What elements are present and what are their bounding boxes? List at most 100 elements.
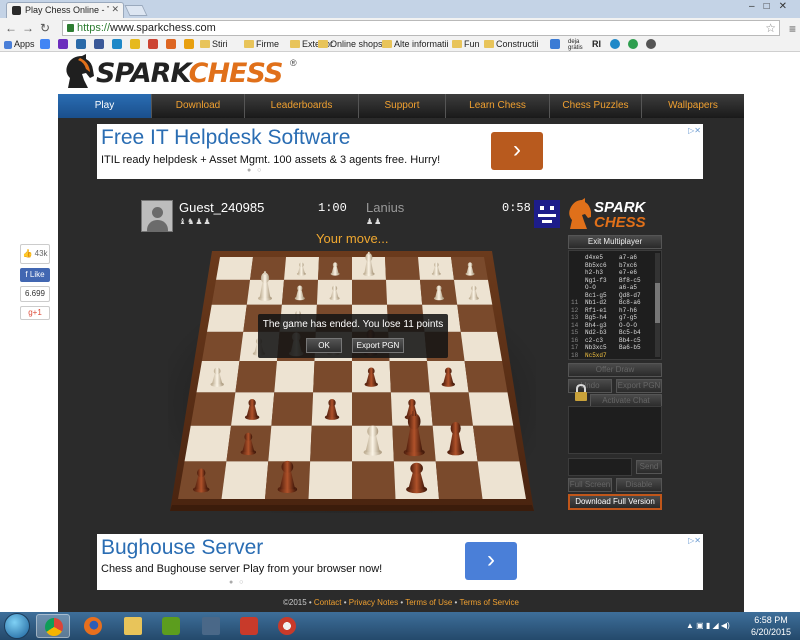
disable-button[interactable]: Disable [616,478,662,492]
nav-wallpapers[interactable]: Wallpapers [642,94,744,118]
full-screen-button[interactable]: Full Screen [568,478,612,492]
board-square[interactable] [221,461,269,499]
bookmark-icon-circle3[interactable] [646,39,656,49]
board-square[interactable] [352,392,393,426]
chess-board[interactable] [168,243,536,513]
nav-download[interactable]: Download [152,94,245,118]
board-square[interactable] [429,392,473,426]
board-square[interactable] [477,461,526,499]
ad-title[interactable]: Free IT Helpdesk Software [101,126,350,150]
bookmark-icon-facebook[interactable] [94,39,104,49]
browser-tab[interactable]: Play Chess Online - The P ✕ [6,2,124,18]
board-square[interactable] [274,361,315,393]
taskbar-nvidia[interactable] [154,614,188,638]
footer-link-privacy[interactable]: Privacy Notes [349,598,398,607]
window-controls[interactable]: –□✕ [749,1,796,12]
footer-link-contact[interactable]: Contact [314,598,342,607]
footer-link-terms-of-service[interactable]: Terms of Service [459,598,519,607]
ad-choices-icon[interactable]: ▷✕ [688,536,701,545]
chat-input[interactable] [568,458,632,476]
board-square[interactable] [435,461,483,499]
board-square[interactable] [472,425,520,462]
board-square[interactable] [352,461,396,499]
ad-pager-dots[interactable]: ● ○ [247,167,263,174]
bookmark-alte-informatii[interactable]: Alte informatii [382,39,449,49]
ad-title[interactable]: Bughouse Server [101,536,263,560]
forward-arrow-icon[interactable]: → [22,21,34,35]
exit-multiplayer-button[interactable]: Exit Multiplayer [568,235,662,249]
bookmark-firme[interactable]: Firme [244,39,279,49]
board-square[interactable] [235,361,277,393]
bookmark-icon-e[interactable] [550,39,560,49]
board-square[interactable] [207,304,247,332]
board-square[interactable] [308,461,353,499]
taskbar-explorer[interactable] [116,614,150,638]
bookmark-apps[interactable]: Apps [4,39,35,49]
move-list-scrollbar[interactable] [655,253,660,357]
ad-pager-dots[interactable]: ● ○ [229,579,245,586]
address-bar[interactable]: https://www.sparkchess.com ☆ [62,20,780,36]
taskbar-firefox[interactable] [76,614,110,638]
taskbar-120x-app[interactable] [232,614,266,638]
bookmark-icon-star[interactable] [166,39,176,49]
bookmark-deja-gratis[interactable]: deja gratis [568,39,583,51]
tray-icons[interactable]: ▲ ▣ ▮ ◢ ◀) [686,621,730,630]
board-square[interactable] [268,425,312,462]
board-square[interactable] [457,304,497,332]
bookmark-icon-circle1[interactable] [610,39,620,49]
google-plus-button[interactable]: g+1 [20,306,50,320]
offer-draw-button[interactable]: Offer Draw [568,363,662,377]
new-tab-button[interactable] [124,5,148,16]
bookmark-icon-circle2[interactable] [628,39,638,49]
board-square[interactable] [201,331,244,362]
back-arrow-icon[interactable]: ← [5,21,17,35]
top-advertisement[interactable]: Free IT Helpdesk Software ITIL ready hel… [97,124,703,179]
footer-link-terms-of-use[interactable]: Terms of Use [405,598,452,607]
taskbar-clock[interactable]: 6:58 PM 6/20/2015 [744,614,798,638]
board-square[interactable] [464,361,508,393]
download-full-version-button[interactable]: Download Full Version [568,494,662,510]
taskbar-m-app[interactable] [194,614,228,638]
ad-choices-icon[interactable]: ▷✕ [688,126,701,135]
send-button[interactable]: Send [636,460,662,474]
nav-chess-puzzles[interactable]: Chess Puzzles [550,94,642,118]
bottom-advertisement[interactable]: Bughouse Server Chess and Bughouse serve… [97,534,703,590]
board-square[interactable] [184,425,232,462]
bookmark-icon-yahoo[interactable] [58,39,68,49]
board-square[interactable] [190,392,236,426]
board-square[interactable] [468,392,514,426]
chrome-menu-icon[interactable]: ≡ [789,22,796,36]
bookmark-star-icon[interactable]: ☆ [765,21,776,35]
facebook-like-button[interactable]: f Like [20,268,50,282]
nav-leaderboards[interactable]: Leaderboards [245,94,359,118]
move-list[interactable]: d4xe5 a7-a6 Bb5xc6 b7xc6 h2-h3 e7-e6 Ng1-f3 Bf8… [568,250,662,360]
bookmark-stiri[interactable]: Stiri [200,39,228,49]
url-text[interactable]: https://www.sparkchess.com [77,22,216,34]
board-square[interactable] [313,361,352,393]
board-square[interactable] [216,257,253,280]
bookmark-icon-t[interactable] [112,39,122,49]
board-square[interactable] [310,425,352,462]
board-square[interactable] [211,279,251,305]
windows-start-button[interactable] [4,613,30,639]
taskbar-chrome[interactable] [36,614,70,638]
ad-go-button[interactable]: › [465,542,517,580]
export-pgn-dialog-button[interactable]: Export PGN [352,338,404,353]
nav-play[interactable]: Play [58,94,152,118]
ad-go-button[interactable]: › [491,132,543,170]
board-square[interactable] [385,257,420,280]
bookmark-icon-imdb[interactable] [130,39,140,49]
nav-learn-chess[interactable]: Learn Chess [446,94,550,118]
ok-button[interactable]: OK [306,338,342,353]
nav-support[interactable]: Support [359,94,446,118]
sparkchess-logo[interactable]: SPARKCHESS ® [62,54,302,92]
bookmark-icon-square[interactable] [76,39,86,49]
close-tab-icon[interactable]: ✕ [111,4,119,15]
board-square[interactable] [385,279,423,305]
bookmark-icon-google[interactable] [40,39,50,49]
taskbar-globe-app[interactable] [270,614,304,638]
reload-icon[interactable]: ↻ [40,21,50,35]
board-square[interactable] [389,361,430,393]
bookmark-icon-yellow[interactable] [184,39,194,49]
board-square[interactable] [271,392,314,426]
